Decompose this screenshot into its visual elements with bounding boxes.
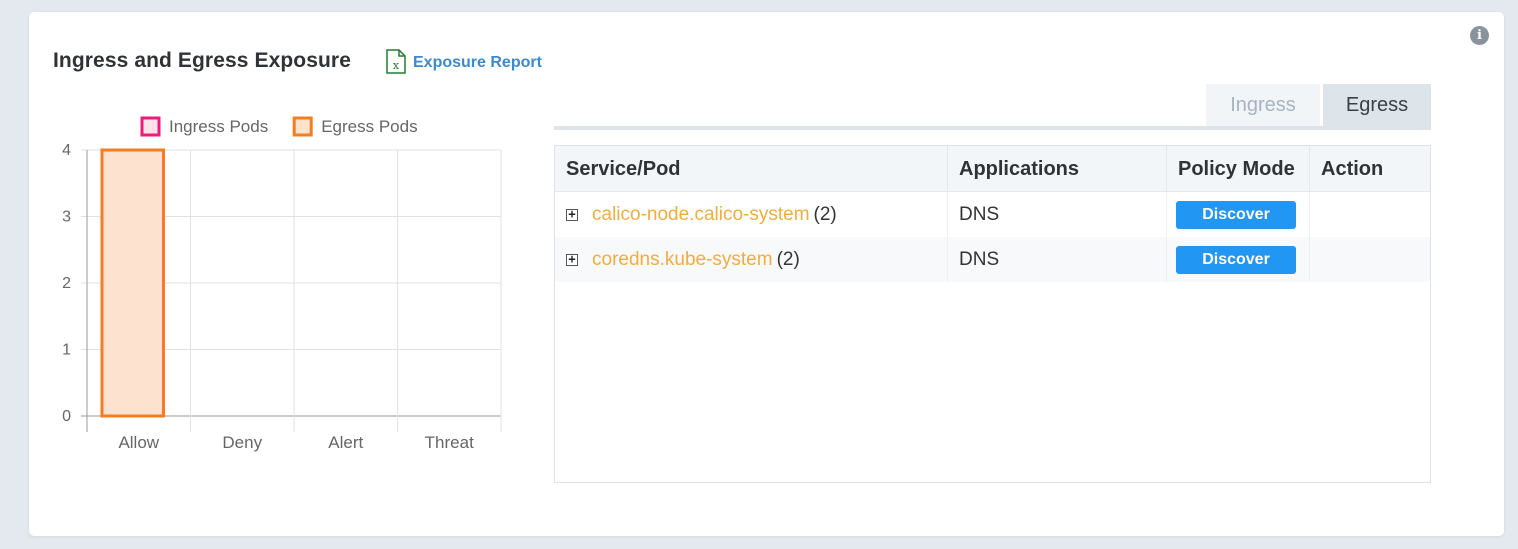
- tab-ingress[interactable]: Ingress: [1206, 84, 1320, 126]
- service-cell: + coredns.kube-system (2): [555, 237, 948, 282]
- application-cell: DNS: [948, 237, 1167, 282]
- table-row: + calico-node.calico-system (2) DNS Disc…: [555, 192, 1430, 237]
- application-text: DNS: [959, 249, 1000, 270]
- x-tick-label: Allow: [118, 433, 159, 452]
- bar-egress-pods: [100, 148, 165, 418]
- y-tick-label: 0: [62, 408, 71, 425]
- column-service-pod[interactable]: Service/Pod: [555, 146, 948, 191]
- tab-egress[interactable]: Egress: [1323, 84, 1431, 126]
- column-applications[interactable]: Applications: [948, 146, 1167, 191]
- y-tick-label: 1: [62, 342, 71, 359]
- y-tick-label: 2: [62, 275, 71, 292]
- direction-tabs: Ingress Egress: [554, 84, 1431, 130]
- column-policy-mode[interactable]: Policy Mode: [1167, 146, 1310, 191]
- exposure-report-label: Exposure Report: [413, 53, 542, 71]
- exposure-report-link[interactable]: x Exposure Report: [385, 49, 542, 74]
- expand-plus-icon[interactable]: +: [566, 253, 578, 266]
- service-pod-link[interactable]: calico-node.calico-system: [592, 192, 810, 237]
- exposure-table: Service/Pod Applications Policy Mode Act…: [554, 145, 1431, 483]
- service-pod-link[interactable]: coredns.kube-system: [592, 237, 773, 282]
- policy-mode-cell: Discover: [1167, 192, 1310, 237]
- legend-label: Egress Pods: [321, 117, 417, 136]
- pod-count: (2): [776, 249, 800, 270]
- discover-button[interactable]: Discover: [1176, 245, 1296, 274]
- pod-count: (2): [813, 204, 837, 225]
- legend-swatch: [292, 116, 313, 137]
- application-text: DNS: [959, 204, 1000, 225]
- action-cell: [1310, 192, 1430, 237]
- policy-mode-cell: Discover: [1167, 237, 1310, 282]
- legend-swatch: [140, 116, 161, 137]
- expand-plus-icon[interactable]: +: [566, 208, 578, 221]
- service-cell: + calico-node.calico-system (2): [555, 192, 948, 237]
- legend-label: Ingress Pods: [169, 117, 268, 136]
- column-action[interactable]: Action: [1310, 146, 1430, 191]
- excel-file-icon: x: [386, 49, 406, 74]
- discover-button[interactable]: Discover: [1176, 200, 1296, 229]
- info-icon[interactable]: i: [1470, 26, 1489, 45]
- application-cell: DNS: [948, 192, 1167, 237]
- y-tick-label: 4: [62, 142, 71, 159]
- x-tick-label: Threat: [425, 433, 474, 452]
- action-cell: [1310, 237, 1430, 282]
- exposure-card: i Ingress and Egress Exposure x Exposure…: [29, 12, 1504, 536]
- exposure-bar-chart: 0 1 2 3 4 Allow Deny Alert Threat Ingress Pods Egr…: [62, 116, 502, 452]
- x-tick-label: Deny: [222, 433, 262, 452]
- card-title: Ingress and Egress Exposure: [53, 49, 351, 72]
- svg-text:x: x: [393, 59, 400, 72]
- table-row: + coredns.kube-system (2) DNS Discover: [555, 237, 1430, 282]
- table-header: Service/Pod Applications Policy Mode Act…: [555, 146, 1430, 192]
- x-tick-label: Alert: [328, 433, 363, 452]
- y-tick-label: 3: [62, 209, 71, 226]
